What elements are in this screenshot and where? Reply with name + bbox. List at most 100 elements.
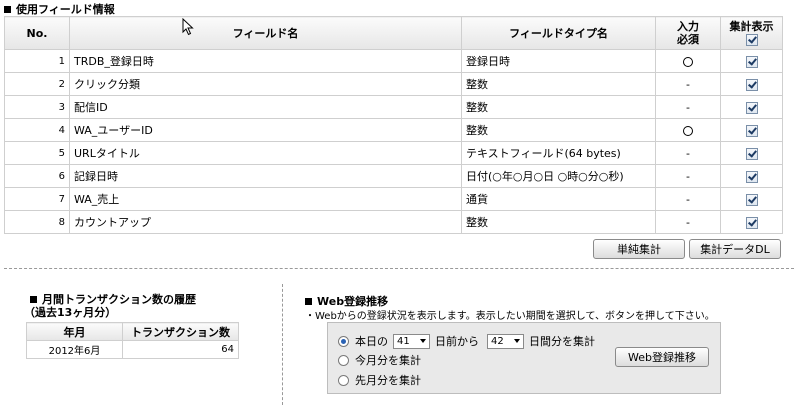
history-row: 2012年6月 64 — [26, 340, 239, 359]
field-type: 通貨 — [461, 187, 656, 211]
bullet-square-icon — [305, 297, 312, 305]
bullet-square-icon — [30, 296, 37, 303]
field-name: TRDB_登録日時 — [69, 49, 462, 73]
field-no: 8 — [4, 210, 70, 234]
field-type: テキストフィールド(64 bytes) — [461, 141, 656, 165]
dropdown-arrow-icon — [514, 339, 520, 343]
field-no: 4 — [4, 118, 70, 142]
col-required-line2: 必須 — [677, 33, 699, 46]
history-title: 月間トランザクション数の履歴 （過去13ヶ月分） — [24, 293, 196, 319]
dropdown-arrow-icon — [420, 339, 426, 343]
days-span-value: 42 — [491, 335, 504, 347]
field-no: 6 — [4, 164, 70, 188]
field-type: 登録日時 — [461, 49, 656, 73]
web-description: ・Webからの登録状況を表示します。表示したい期間を選択して、ボタンを押して下さ… — [305, 311, 715, 322]
field-aggregate — [720, 95, 783, 119]
radio-last-month[interactable] — [338, 374, 349, 386]
field-no: 7 — [4, 187, 70, 211]
history-count: 64 — [122, 340, 239, 359]
field-no: 1 — [4, 49, 70, 73]
required-dash: - — [686, 215, 690, 229]
radio-this-month[interactable] — [338, 354, 349, 366]
field-name: クリック分類 — [69, 72, 462, 96]
field-no: 5 — [4, 141, 70, 165]
field-no: 2 — [4, 72, 70, 96]
days-ago-select[interactable]: 41 — [393, 333, 430, 349]
field-type: 整数 — [461, 95, 656, 119]
field-row: 6 記録日時 日付(○年○月○日 ○時○分○秒) - — [4, 164, 783, 188]
option-this-month: 今月分を集計 — [338, 352, 421, 368]
aggregate-checkbox[interactable] — [745, 55, 758, 68]
field-name: WA_ユーザーID — [69, 118, 462, 142]
required-dash: - — [686, 169, 690, 183]
option-days-prefix: 本日の — [355, 335, 388, 348]
field-required: - — [655, 141, 721, 165]
select-all-checkbox[interactable] — [745, 34, 758, 46]
option-days-suffix: 日間分を集計 — [529, 335, 595, 348]
option-this-month-label: 今月分を集計 — [355, 354, 421, 367]
field-required: - — [655, 210, 721, 234]
aggregate-data-dl-button[interactable]: 集計データDL — [689, 239, 781, 259]
aggregate-checkbox[interactable] — [745, 124, 758, 137]
bullet-square-icon — [4, 5, 11, 13]
field-required — [655, 49, 721, 73]
field-row: 1 TRDB_登録日時 登録日時 — [4, 49, 783, 73]
history-table: 年月 トランザクション数 2012年6月 64 — [26, 322, 239, 359]
field-aggregate — [720, 164, 783, 188]
web-options-panel: 本日の 41 日前から 42 日間分を集計 今月分を集計 先月分を集計 Web登… — [327, 322, 721, 394]
col-required-line1: 入力 — [677, 20, 699, 33]
field-type: 日付(○年○月○日 ○時○分○秒) — [461, 164, 656, 188]
fields-section-title: 使用フィールド情報 — [4, 1, 115, 17]
field-name: WA_売上 — [69, 187, 462, 211]
option-last-month-label: 先月分を集計 — [355, 374, 421, 387]
aggregate-checkbox[interactable] — [745, 147, 758, 160]
col-field-name: フィールド名 — [69, 16, 462, 50]
history-title-line1: 月間トランザクション数の履歴 — [42, 293, 196, 306]
field-aggregate — [720, 187, 783, 211]
fields-table: No. フィールド名 フィールドタイプ名 入力 必須 集計表示 1 TRDB_登録日… — [4, 16, 783, 234]
history-month: 2012年6月 — [26, 340, 123, 359]
mouse-pointer-icon — [182, 17, 194, 39]
option-days-range: 本日の 41 日前から 42 日間分を集計 — [338, 333, 595, 349]
field-required: - — [655, 72, 721, 96]
simple-aggregate-button[interactable]: 単純集計 — [593, 239, 685, 259]
fields-table-header: No. フィールド名 フィールドタイプ名 入力 必須 集計表示 — [4, 16, 783, 50]
aggregate-checkbox[interactable] — [745, 216, 758, 229]
aggregate-checkbox[interactable] — [745, 170, 758, 183]
required-dash: - — [686, 146, 690, 160]
col-transaction-count: トランザクション数 — [122, 322, 239, 341]
field-required: - — [655, 187, 721, 211]
days-ago-value: 41 — [397, 335, 410, 347]
field-row: 8 カウントアップ 整数 - — [4, 210, 783, 234]
field-type: 整数 — [461, 72, 656, 96]
field-row: 7 WA_売上 通貨 - — [4, 187, 783, 211]
history-title-line2: （過去13ヶ月分） — [24, 306, 117, 319]
option-last-month: 先月分を集計 — [338, 372, 421, 388]
required-dash: - — [686, 192, 690, 206]
column-divider — [282, 284, 283, 405]
web-registration-trend-button[interactable]: Web登録推移 — [615, 347, 709, 367]
col-field-type: フィールドタイプ名 — [461, 16, 656, 50]
field-aggregate — [720, 141, 783, 165]
field-name: 配信ID — [69, 95, 462, 119]
field-name: カウントアップ — [69, 210, 462, 234]
col-aggregate: 集計表示 — [720, 16, 783, 50]
radio-days-range[interactable] — [338, 335, 349, 347]
days-span-select[interactable]: 42 — [487, 333, 524, 349]
field-name: 記録日時 — [69, 164, 462, 188]
aggregate-checkbox[interactable] — [745, 78, 758, 91]
field-required: - — [655, 95, 721, 119]
field-type: 整数 — [461, 118, 656, 142]
section-divider — [4, 268, 794, 269]
col-no: No. — [4, 16, 70, 50]
field-aggregate — [720, 72, 783, 96]
aggregate-checkbox[interactable] — [745, 101, 758, 114]
required-dash: - — [686, 100, 690, 114]
field-aggregate — [720, 49, 783, 73]
field-row: 2 クリック分類 整数 - — [4, 72, 783, 96]
field-name: URLタイトル — [69, 141, 462, 165]
field-type: 整数 — [461, 210, 656, 234]
field-row: 4 WA_ユーザーID 整数 — [4, 118, 783, 142]
field-row: 3 配信ID 整数 - — [4, 95, 783, 119]
aggregate-checkbox[interactable] — [745, 193, 758, 206]
